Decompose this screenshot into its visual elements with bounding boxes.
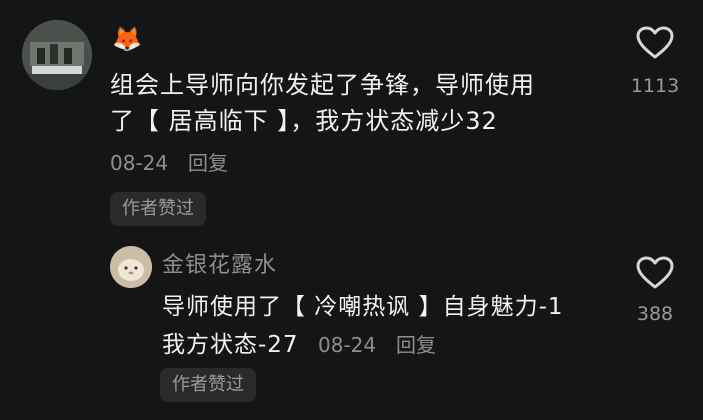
like-count: 1113 <box>630 75 680 97</box>
reply-like-button[interactable] <box>620 256 690 294</box>
comment-text-line-1: 组会上导师向你发起了争锋，导师使用 <box>110 71 535 99</box>
commenter-avatar[interactable] <box>22 20 92 90</box>
reply-author-name[interactable]: 金银花露水 <box>162 252 277 280</box>
reply-like-count: 388 <box>636 303 674 325</box>
like-button[interactable] <box>620 26 690 64</box>
reply-text-line-2: 我方状态-27 <box>162 332 299 358</box>
reply-text-line-1: 导师使用了【 冷嘲热讽 】自身魅力-1 <box>162 294 564 320</box>
author-emoji-name[interactable]: 🦊 <box>110 22 144 56</box>
reply-commenter-avatar[interactable] <box>110 246 152 288</box>
avatar-image <box>22 20 92 90</box>
reply-date: 08-24 <box>318 333 377 357</box>
heart-icon[interactable] <box>636 256 674 290</box>
reply-button[interactable]: 回复 <box>188 150 228 176</box>
reply-reply-button[interactable]: 回复 <box>396 332 436 358</box>
author-liked-tag: 作者赞过 <box>110 192 206 226</box>
avatar-image <box>110 246 152 288</box>
reply-author-liked-tag: 作者赞过 <box>160 368 256 402</box>
heart-icon[interactable] <box>636 26 674 60</box>
comment-date: 08-24 <box>110 151 169 175</box>
comment-text-line-2: 了【 居高临下 】，我方状态减少32 <box>110 107 498 135</box>
